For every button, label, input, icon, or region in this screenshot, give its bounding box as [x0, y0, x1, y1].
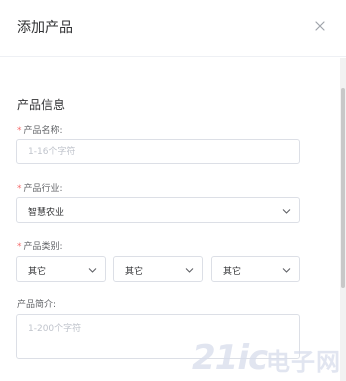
- watermark-number: 21ic: [192, 338, 268, 378]
- chevron-down-icon: [88, 268, 97, 273]
- scrollbar-thumb[interactable]: [341, 88, 345, 288]
- product-category-label: * 产品类别:: [17, 242, 63, 252]
- section-title: 产品信息: [17, 98, 66, 112]
- dialog-header: 添加产品: [0, 0, 346, 57]
- watermark-text: 电子网: [266, 348, 341, 376]
- dialog-title: 添加产品: [17, 20, 73, 36]
- required-mark: *: [17, 126, 22, 136]
- watermark-logo: 21ic 电子网: [192, 336, 342, 378]
- category-select-3-value: 其它: [223, 267, 242, 277]
- chevron-down-icon: [282, 268, 291, 273]
- chevron-down-icon: [185, 268, 194, 273]
- product-industry-label: * 产品行业:: [17, 184, 63, 194]
- product-intro-label: 产品简介:: [17, 300, 57, 310]
- product-name-input[interactable]: [16, 139, 300, 164]
- product-name-label: * 产品名称:: [17, 126, 63, 136]
- chevron-down-icon: [282, 209, 291, 214]
- product-category-select-1[interactable]: 其它: [16, 256, 106, 282]
- close-icon[interactable]: [313, 19, 327, 33]
- category-select-2-value: 其它: [125, 267, 144, 277]
- category-select-1-value: 其它: [28, 267, 47, 277]
- product-category-select-2[interactable]: 其它: [113, 256, 203, 282]
- required-mark: *: [17, 242, 22, 252]
- product-category-select-3[interactable]: 其它: [211, 256, 300, 282]
- product-industry-select[interactable]: 智慧农业: [16, 197, 300, 223]
- required-mark: *: [17, 184, 22, 194]
- product-industry-value: 智慧农业: [28, 208, 65, 218]
